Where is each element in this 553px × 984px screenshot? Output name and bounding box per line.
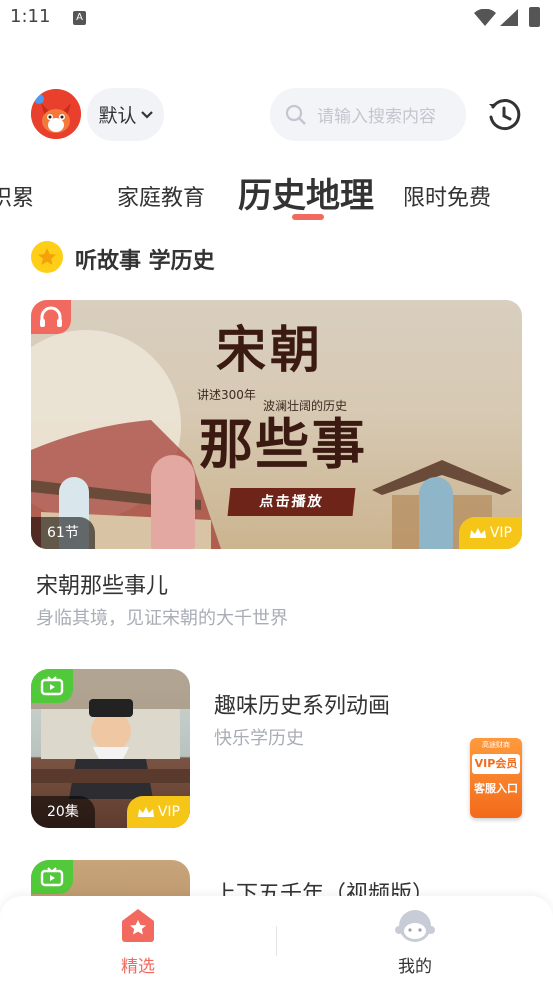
customer-service-entry[interactable]: 高途财商 VIP会员 客服入口 bbox=[466, 736, 526, 820]
vip-label: VIP bbox=[157, 804, 180, 820]
tab-accumulation[interactable]: 识累 bbox=[0, 180, 34, 212]
home-icon bbox=[122, 909, 154, 942]
crown-icon bbox=[137, 807, 154, 817]
crown-icon bbox=[469, 528, 486, 538]
service-top-text: 高途财商 bbox=[482, 741, 510, 749]
banner-art-title-2: 那些事 bbox=[199, 412, 367, 476]
bottom-nav: 精选 我的 bbox=[0, 896, 553, 984]
avatar[interactable] bbox=[31, 89, 81, 139]
headphones-icon bbox=[31, 300, 71, 334]
tab-limited-free[interactable]: 限时免费 bbox=[403, 180, 491, 212]
video-icon bbox=[31, 669, 73, 703]
tab-family-education[interactable]: 家庭教育 bbox=[117, 180, 205, 212]
vip-badge: VIP bbox=[126, 796, 190, 828]
figure-right bbox=[419, 477, 453, 549]
figure-center bbox=[151, 455, 195, 549]
video-icon bbox=[31, 860, 73, 894]
service-card bbox=[470, 738, 522, 818]
search-placeholder: 请输入搜索内容 bbox=[317, 107, 436, 127]
video-thumbnail[interactable]: 20集 VIP bbox=[31, 669, 190, 828]
tab-history-geography[interactable]: 历史地理 bbox=[238, 168, 374, 217]
sort-dropdown[interactable]: 默认 bbox=[87, 88, 164, 141]
wifi-icon bbox=[474, 9, 496, 26]
status-time: 1:11 bbox=[10, 6, 51, 27]
notification-a-icon: A bbox=[73, 11, 86, 25]
episode-count-badge: 20集 bbox=[31, 796, 95, 828]
nav-featured-label: 精选 bbox=[121, 957, 155, 977]
featured-course-title[interactable]: 宋朝那些事儿 bbox=[36, 568, 168, 600]
section-title: 听故事 学历史 bbox=[75, 249, 215, 274]
featured-course-card[interactable]: 宋朝 讲述300年 波澜壮阔的历史 那些事 点击播放 61节 VIP bbox=[31, 300, 522, 549]
vip-label: VIP bbox=[489, 525, 512, 541]
vip-badge: VIP bbox=[458, 517, 522, 549]
sort-label: 默认 bbox=[98, 105, 137, 127]
signal-icon bbox=[500, 9, 518, 26]
history-clock-icon[interactable] bbox=[487, 98, 521, 132]
nav-featured[interactable]: 精选 bbox=[88, 906, 188, 977]
battery-icon bbox=[529, 7, 540, 27]
list-item-title[interactable]: 趣味历史系列动画 bbox=[214, 688, 390, 720]
nav-mine[interactable]: 我的 bbox=[365, 906, 465, 977]
banner-play-label: 点击播放 bbox=[227, 488, 356, 516]
service-vip-text: VIP会员 bbox=[472, 754, 520, 774]
status-bar: 1:11 A bbox=[0, 0, 553, 38]
list-item-desc: 快乐学历史 bbox=[214, 728, 304, 749]
active-tab-indicator bbox=[292, 214, 324, 220]
profile-icon bbox=[395, 910, 435, 942]
search-input[interactable]: 请输入搜索内容 bbox=[270, 88, 466, 141]
nav-divider bbox=[276, 926, 277, 956]
banner-art-title-1: 宋朝 bbox=[216, 320, 324, 379]
fox-mascot-icon bbox=[31, 89, 81, 139]
star-badge-icon bbox=[31, 241, 63, 273]
episode-count-badge: 61节 bbox=[31, 517, 95, 549]
chevron-down-icon bbox=[140, 110, 153, 119]
service-entry-text: 客服入口 bbox=[474, 782, 518, 795]
featured-course-desc: 身临其境，见证宋朝的大千世界 bbox=[36, 608, 288, 629]
nav-mine-label: 我的 bbox=[398, 957, 432, 977]
search-icon bbox=[285, 104, 306, 125]
category-tabs: 识累 家庭教育 历史地理 限时免费 bbox=[0, 160, 553, 230]
